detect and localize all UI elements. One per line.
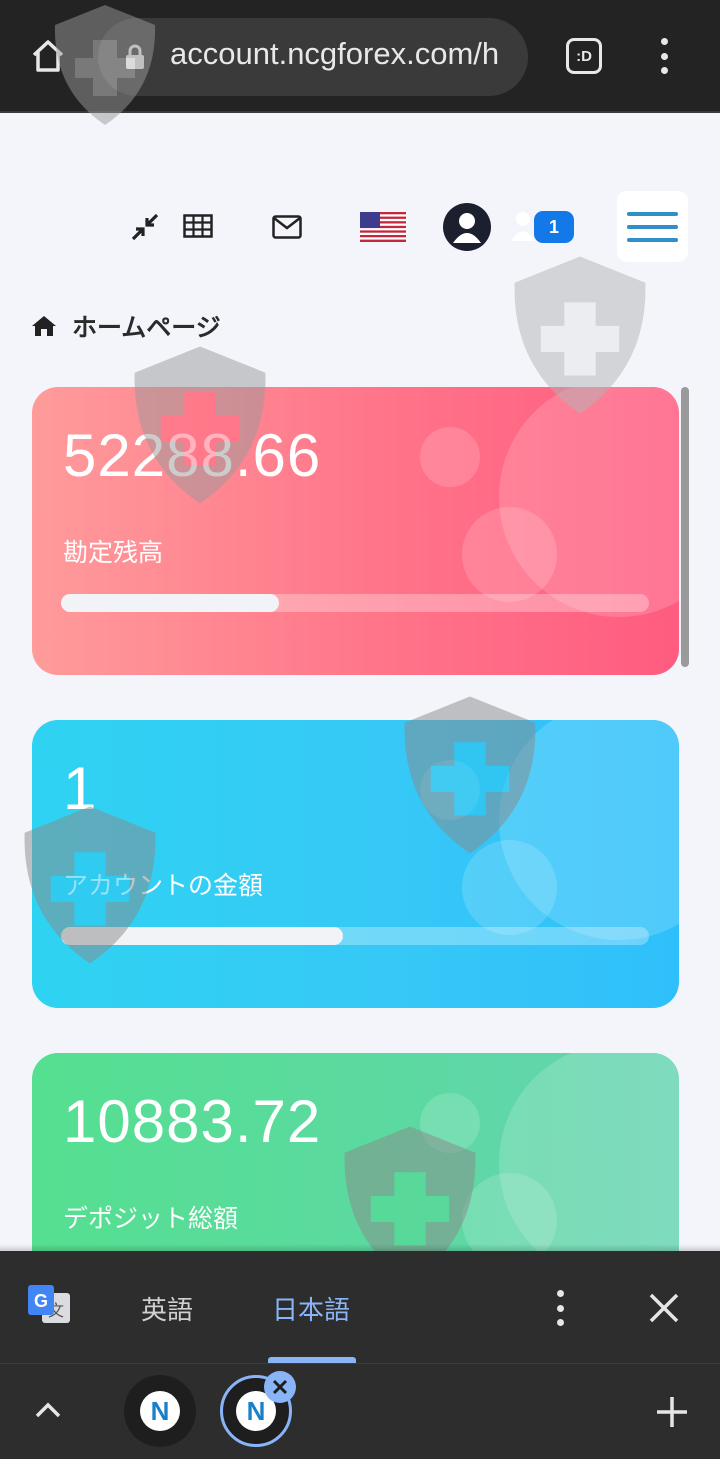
table-grid-icon[interactable] xyxy=(183,214,213,238)
tab-thumbnail[interactable]: N xyxy=(124,1375,196,1447)
lock-icon xyxy=(126,44,144,69)
divider xyxy=(0,1363,720,1364)
card-label: 勘定残高 xyxy=(63,538,164,567)
mail-icon[interactable] xyxy=(272,215,302,239)
google-translate-icon: 文 G xyxy=(28,1285,70,1323)
home-icon[interactable] xyxy=(32,315,56,337)
browser-toolbar: account.ncgforex.com/h :D xyxy=(0,0,720,113)
translate-options-icon[interactable] xyxy=(552,1290,568,1326)
favicon: N xyxy=(140,1391,180,1431)
account-amount-card: 1 アカウントの金額 xyxy=(32,720,679,1008)
home-icon[interactable] xyxy=(22,30,74,82)
address-bar[interactable]: account.ncgforex.com/h xyxy=(98,18,528,96)
progress-bar xyxy=(61,927,649,945)
svg-text:G: G xyxy=(34,1291,48,1311)
url-text: account.ncgforex.com/h xyxy=(170,36,500,71)
card-label: アカウントの金額 xyxy=(63,871,264,900)
close-icon[interactable] xyxy=(646,1290,682,1326)
tab-target-language[interactable]: 日本語 xyxy=(272,1290,350,1327)
chevron-up-icon[interactable] xyxy=(30,1395,66,1425)
hamburger-menu-button[interactable] xyxy=(617,191,688,262)
tab-source-language[interactable]: 英語 xyxy=(141,1290,193,1327)
balance-card: 52288.66 勘定残高 xyxy=(32,387,679,675)
new-tab-plus-icon[interactable] xyxy=(654,1394,690,1430)
us-flag-icon[interactable] xyxy=(360,212,406,242)
tab-switcher-button[interactable]: :D xyxy=(566,38,602,74)
card-value: 1 xyxy=(63,755,98,822)
browser-menu-icon[interactable] xyxy=(646,34,682,78)
breadcrumb: ホームページ xyxy=(32,308,221,344)
close-tab-icon[interactable] xyxy=(264,1371,296,1403)
page-title: ホームページ xyxy=(72,313,221,342)
translate-bar xyxy=(0,1251,720,1459)
notification-badge: 1 xyxy=(534,211,574,243)
card-label: デポジット総額 xyxy=(63,1204,239,1233)
collapse-icon[interactable] xyxy=(131,213,159,241)
progress-bar xyxy=(61,594,649,612)
scrollbar[interactable] xyxy=(681,387,689,667)
user-icon[interactable] xyxy=(510,210,536,242)
user-avatar[interactable] xyxy=(443,203,491,251)
card-value: 10883.72 xyxy=(63,1088,322,1155)
card-value: 52288.66 xyxy=(63,422,322,489)
